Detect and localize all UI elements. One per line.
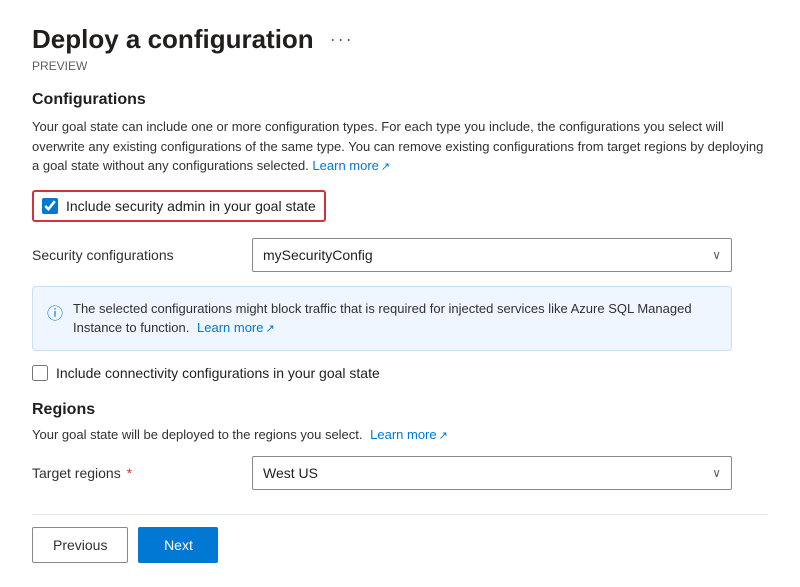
connectivity-label[interactable]: Include connectivity configurations in y… <box>56 365 380 381</box>
page-title: Deploy a configuration <box>32 24 314 55</box>
regions-description: Your goal state will be deployed to the … <box>32 427 768 442</box>
connectivity-checkbox[interactable] <box>32 365 48 381</box>
regions-heading: Regions <box>32 401 768 419</box>
configurations-description: Your goal state can include one or more … <box>32 117 768 176</box>
ellipsis-menu-button[interactable]: ··· <box>324 27 360 52</box>
security-configurations-field: Security configurations mySecurityConfig… <box>32 238 768 272</box>
security-configurations-value: mySecurityConfig <box>263 247 373 263</box>
required-indicator: * <box>123 465 132 481</box>
regions-learn-more-external-icon: ↗ <box>439 429 448 442</box>
target-regions-chevron-icon: ∨ <box>712 466 721 480</box>
security-info-box: ⓘ The selected configurations might bloc… <box>32 286 732 351</box>
chevron-down-icon: ∨ <box>712 248 721 262</box>
info-circle-icon: ⓘ <box>47 300 63 324</box>
security-admin-checkbox-row: Include security admin in your goal stat… <box>32 190 326 222</box>
security-admin-label[interactable]: Include security admin in your goal stat… <box>66 198 316 214</box>
configurations-learn-more-link[interactable]: Learn more↗ <box>312 158 390 173</box>
target-regions-dropdown[interactable]: West US ∨ <box>252 456 732 490</box>
security-admin-checkbox[interactable] <box>42 198 58 214</box>
previous-button[interactable]: Previous <box>32 527 128 563</box>
info-box-learn-more-link[interactable]: Learn more↗ <box>197 320 275 335</box>
info-learn-more-external-icon: ↗ <box>265 321 274 338</box>
preview-label: PREVIEW <box>32 59 768 73</box>
configurations-heading: Configurations <box>32 91 768 109</box>
target-regions-field: Target regions * i West US ∨ <box>32 456 768 490</box>
target-regions-label: Target regions * <box>32 465 252 481</box>
security-configurations-label: Security configurations <box>32 247 252 263</box>
regions-learn-more-link[interactable]: Learn more↗ <box>370 427 448 442</box>
footer: Previous Next <box>32 514 768 563</box>
security-configurations-dropdown[interactable]: mySecurityConfig ∨ <box>252 238 732 272</box>
next-button[interactable]: Next <box>138 527 218 563</box>
info-box-text: The selected configurations might block … <box>73 299 717 338</box>
connectivity-checkbox-row: Include connectivity configurations in y… <box>32 365 768 381</box>
target-regions-value: West US <box>263 465 318 481</box>
learn-more-external-icon: ↗ <box>381 159 390 176</box>
